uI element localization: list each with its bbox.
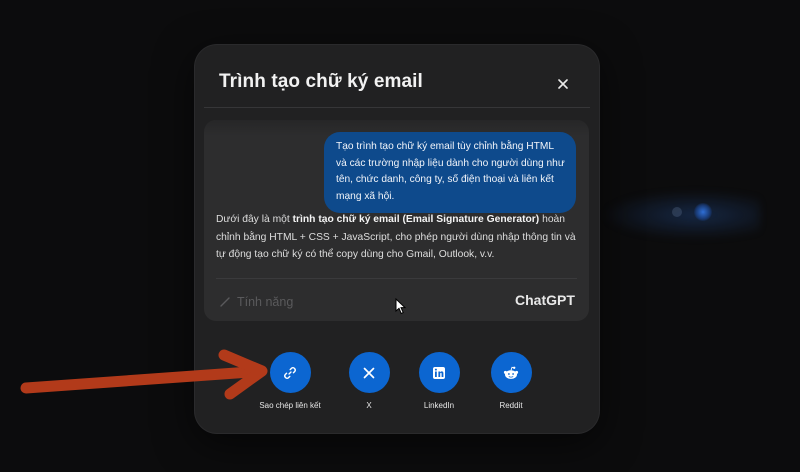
mouse-cursor-icon — [395, 298, 407, 315]
annotation-arrow — [20, 349, 268, 400]
